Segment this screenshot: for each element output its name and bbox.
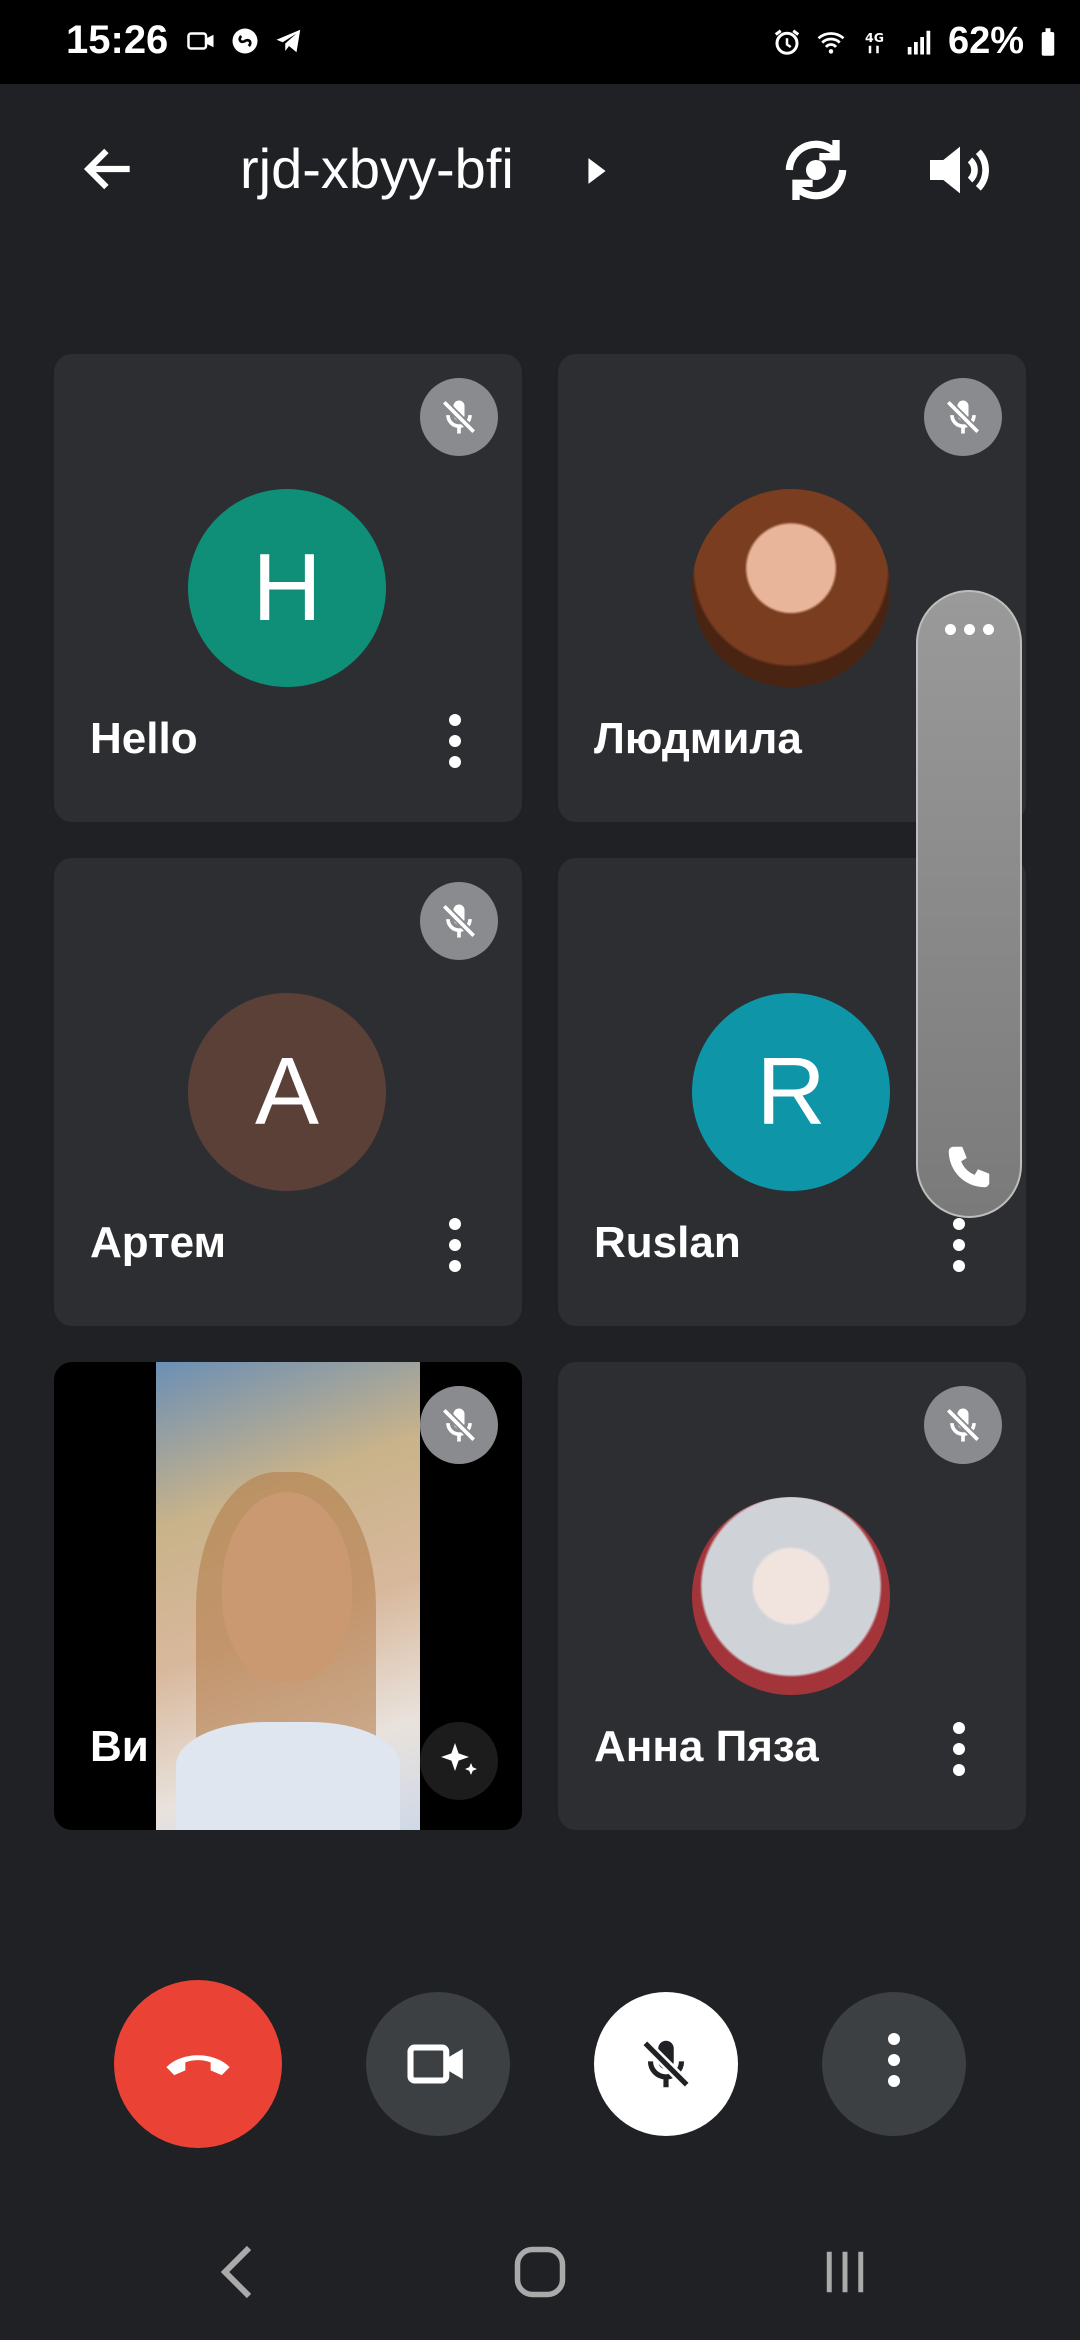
effects-button[interactable] xyxy=(420,1722,498,1800)
self-video-tile[interactable]: Ви xyxy=(54,1362,522,1830)
mic-off-icon xyxy=(924,1386,1002,1464)
mic-off-icon xyxy=(420,882,498,960)
more-options-icon[interactable] xyxy=(448,714,462,768)
meeting-code[interactable]: rjd-xbyy-bfi xyxy=(240,136,514,201)
telegram-icon xyxy=(276,29,301,53)
participant-name: Ruslan xyxy=(594,1218,741,1267)
mic-off-icon xyxy=(924,378,1002,456)
system-navigation-bar xyxy=(0,2190,1080,2340)
participant-tile[interactable]: H Hello xyxy=(54,354,522,822)
participant-tile[interactable]: Анна Пяза xyxy=(558,1362,1026,1830)
end-call-button[interactable] xyxy=(114,1980,282,2148)
more-vertical-icon xyxy=(887,2032,901,2096)
svg-text:4G: 4G xyxy=(865,30,884,45)
back-arrow-icon[interactable] xyxy=(78,138,140,200)
shazam-icon xyxy=(232,28,258,54)
more-options-icon[interactable] xyxy=(448,1218,462,1272)
mic-off-icon xyxy=(420,1386,498,1464)
camera-toggle-button[interactable] xyxy=(366,1992,510,2136)
signal-icon xyxy=(907,30,931,54)
status-time: 15:26 xyxy=(66,18,169,62)
meeting-details-arrow-icon[interactable] xyxy=(586,156,608,186)
network-4g-icon: 4G xyxy=(865,30,884,53)
video-camera-icon xyxy=(407,2044,463,2084)
avatar-photo xyxy=(692,1497,890,1695)
avatar-photo xyxy=(692,489,890,687)
status-bar: 15:26 4G 62% xyxy=(0,0,1080,84)
mic-off-icon xyxy=(641,2039,691,2089)
participant-name: Артем xyxy=(90,1218,227,1267)
avatar: R xyxy=(692,993,890,1191)
alarm-icon xyxy=(774,29,800,55)
battery-percent: 62% xyxy=(947,20,1024,62)
battery-icon xyxy=(1041,27,1055,56)
mic-toggle-button[interactable] xyxy=(594,1992,738,2136)
more-options-button[interactable] xyxy=(822,1992,966,2136)
phone-icon[interactable] xyxy=(942,1140,996,1194)
panel-more-icon[interactable] xyxy=(918,592,1020,666)
nav-home-icon[interactable] xyxy=(510,2242,570,2302)
nav-recents-icon[interactable] xyxy=(818,2242,872,2302)
speaker-icon[interactable] xyxy=(920,130,1000,210)
avatar: H xyxy=(188,489,386,687)
participant-name: Анна Пяза xyxy=(594,1722,819,1771)
participant-tile[interactable]: A Артем xyxy=(54,858,522,1326)
hang-up-icon xyxy=(166,2055,230,2076)
sparkle-icon xyxy=(441,1743,477,1775)
more-options-icon[interactable] xyxy=(952,1722,966,1776)
participant-name: Ви xyxy=(90,1722,149,1771)
wifi-icon xyxy=(817,31,845,54)
meeting-header: rjd-xbyy-bfi xyxy=(0,84,1080,254)
mic-off-icon xyxy=(420,378,498,456)
status-right-icons: 4G 62% xyxy=(772,20,1058,63)
nav-back-icon[interactable] xyxy=(212,2242,262,2302)
floating-call-panel[interactable] xyxy=(916,590,1022,1218)
more-options-icon[interactable] xyxy=(952,1218,966,1272)
self-video-feed xyxy=(156,1362,420,1830)
status-left-icons xyxy=(186,26,304,56)
avatar: A xyxy=(188,993,386,1191)
participant-name: Людмила xyxy=(594,714,802,763)
switch-camera-icon[interactable] xyxy=(776,130,856,210)
participant-name: Hello xyxy=(90,714,198,763)
video-notification-icon xyxy=(187,32,214,50)
